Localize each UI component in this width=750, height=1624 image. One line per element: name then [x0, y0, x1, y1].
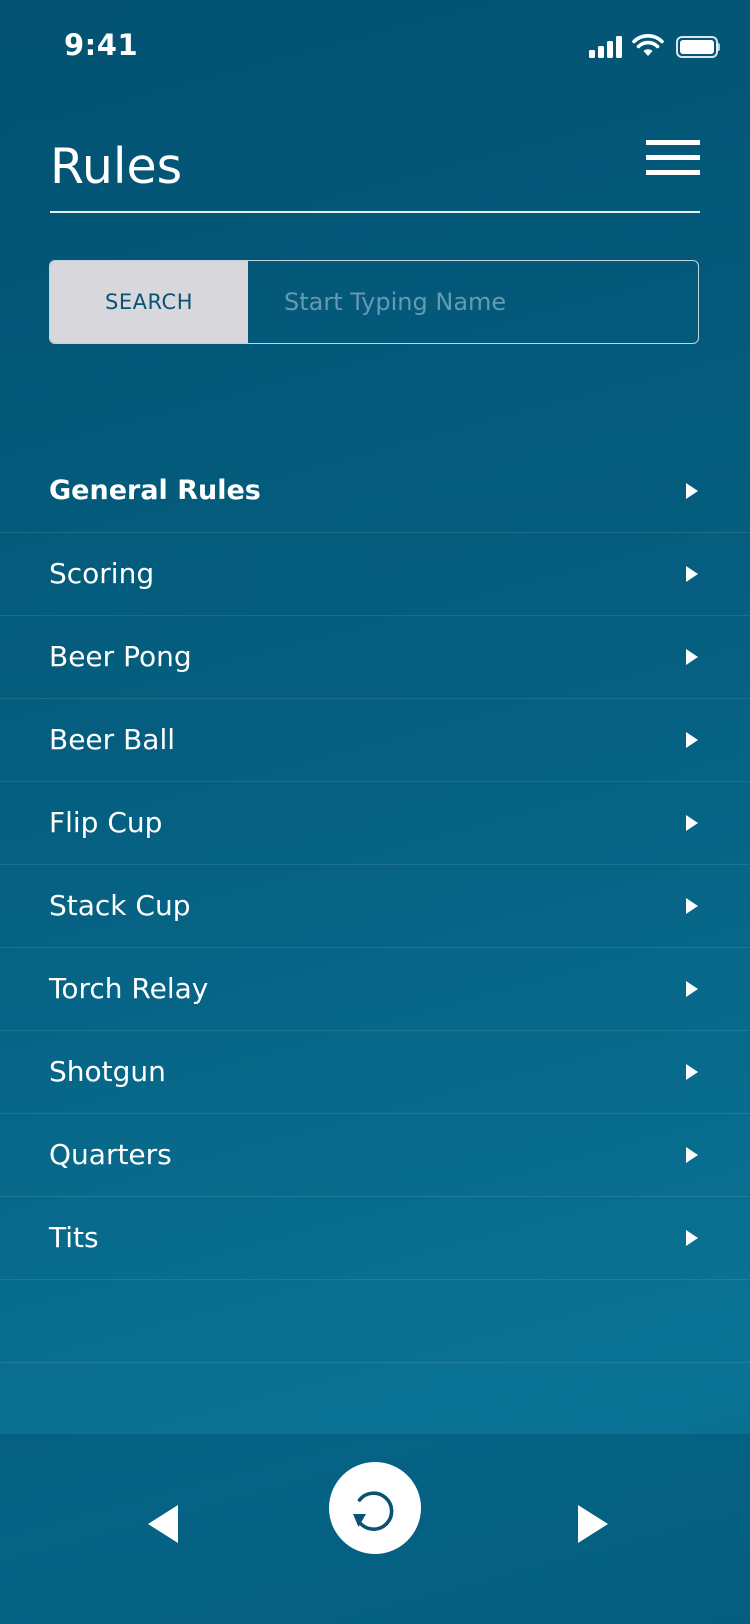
- rules-list: General Rules Scoring Beer Pong Beer Bal…: [0, 450, 750, 1363]
- list-item-general-rules[interactable]: General Rules: [0, 450, 750, 533]
- chevron-right-icon: [686, 815, 698, 831]
- list-item-label: Stack Cup: [49, 889, 191, 922]
- search-input[interactable]: [248, 261, 698, 343]
- chevron-right-icon: [686, 1147, 698, 1163]
- chevron-right-icon: [686, 1064, 698, 1080]
- list-item-stack-cup[interactable]: Stack Cup: [0, 865, 750, 948]
- list-item-label: Shotgun: [49, 1055, 166, 1088]
- list-item-tits[interactable]: Tits: [0, 1197, 750, 1280]
- triangle-left-icon[interactable]: [140, 1494, 200, 1554]
- chevron-right-icon: [686, 483, 698, 499]
- status-icons: [589, 34, 720, 58]
- list-item-shotgun[interactable]: Shotgun: [0, 1031, 750, 1114]
- list-item-quarters[interactable]: Quarters: [0, 1114, 750, 1197]
- hamburger-menu-icon[interactable]: [646, 140, 700, 178]
- chevron-right-icon: [686, 1230, 698, 1246]
- search-bar: SEARCH: [49, 260, 699, 344]
- list-item-label: Flip Cup: [49, 806, 163, 839]
- chevron-right-icon: [686, 649, 698, 665]
- list-item-label: Beer Pong: [49, 640, 192, 673]
- list-item-beer-ball[interactable]: Beer Ball: [0, 699, 750, 782]
- list-item-label: Tits: [49, 1221, 99, 1254]
- status-bar: 9:41: [0, 0, 750, 92]
- list-item-label: Quarters: [49, 1138, 172, 1171]
- page-title: Rules: [50, 138, 183, 195]
- list-item-torch-relay[interactable]: Torch Relay: [0, 948, 750, 1031]
- list-item-label: General Rules: [49, 475, 261, 506]
- search-button[interactable]: SEARCH: [50, 261, 248, 343]
- list-item-beer-pong[interactable]: Beer Pong: [0, 616, 750, 699]
- chevron-right-icon: [686, 732, 698, 748]
- chevron-right-icon: [686, 566, 698, 582]
- battery-icon: [676, 36, 720, 58]
- list-item-flip-cup[interactable]: Flip Cup: [0, 782, 750, 865]
- refresh-icon: [353, 1491, 394, 1531]
- refresh-button[interactable]: [329, 1462, 421, 1554]
- list-item-scoring[interactable]: Scoring: [0, 533, 750, 616]
- status-time: 9:41: [64, 28, 139, 62]
- wifi-icon: [632, 34, 664, 56]
- list-item-label: Beer Ball: [49, 723, 175, 756]
- list-item-label: Torch Relay: [49, 972, 209, 1005]
- title-divider: [50, 211, 700, 213]
- bottom-nav-bar: [0, 1434, 750, 1624]
- list-item-label: Scoring: [49, 557, 155, 590]
- triangle-right-icon[interactable]: [570, 1494, 630, 1554]
- list-item-empty: [0, 1280, 750, 1363]
- chevron-right-icon: [686, 981, 698, 997]
- chevron-right-icon: [686, 898, 698, 914]
- signal-icon: [589, 36, 622, 58]
